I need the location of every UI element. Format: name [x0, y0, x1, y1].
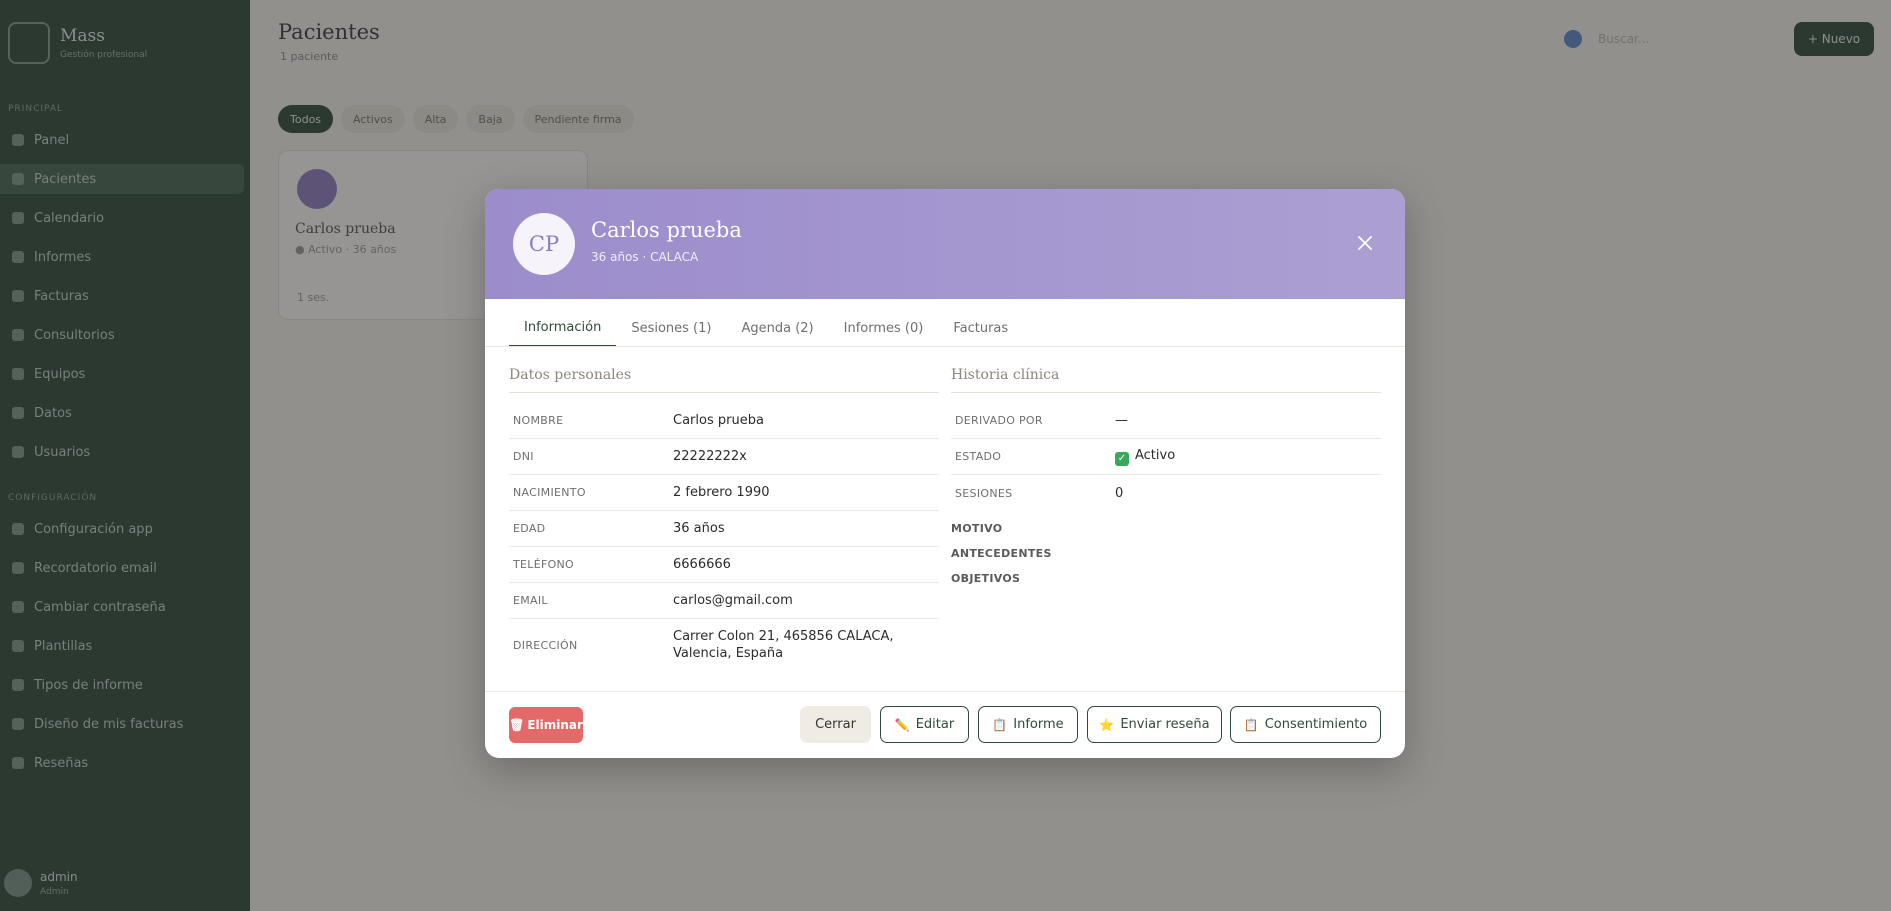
- info-value: Carlos prueba: [673, 413, 764, 428]
- star-icon: ⭐: [1099, 717, 1115, 732]
- status-value: ✓ Activo: [1115, 447, 1381, 466]
- info-label: NACIMIENTO: [513, 486, 586, 499]
- clinical-history-table: DERIVADO POR — ESTADO ✓ Activo SESIONES 0: [951, 403, 1381, 511]
- info-row-direccion: DIRECCIÓN Carrer Colon 21, 465856 CALACA,…: [509, 619, 939, 671]
- status-text: Activo: [1135, 448, 1176, 464]
- info-value: 2 febrero 1990: [673, 485, 770, 500]
- info-value: —: [1115, 413, 1128, 428]
- delete-button[interactable]: 🗑 Eliminar: [509, 707, 583, 743]
- clipboard-icon: 📋: [1243, 717, 1259, 732]
- pencil-icon: ✏️: [894, 717, 910, 732]
- info-value: carlos@gmail.com: [673, 593, 793, 608]
- info-row-telefono: TELÉFONO 6666666: [509, 547, 939, 583]
- tab-facturas[interactable]: Facturas: [938, 309, 1023, 347]
- clinical-label-antecedentes: ANTECEDENTES: [951, 547, 1052, 560]
- patient-name: Carlos prueba: [591, 218, 742, 242]
- clipboard-icon: 📋: [992, 717, 1008, 732]
- info-label: EDAD: [513, 522, 546, 535]
- delete-label: Eliminar: [527, 718, 583, 732]
- modal-header: CP Carlos prueba 36 años · CALACA: [485, 189, 1405, 299]
- review-label: Enviar reseña: [1120, 717, 1210, 732]
- info-label: DERIVADO POR: [955, 414, 1043, 427]
- info-row-nacimiento: NACIMIENTO 2 febrero 1990: [509, 475, 939, 511]
- personal-data-table: NOMBRE Carlos prueba DNI 22222222x NACIMIE…: [509, 403, 939, 671]
- info-row-derivado: DERIVADO POR —: [951, 403, 1381, 439]
- avatar: CP: [513, 213, 575, 275]
- info-value: Carrer Colon 21, 465856 CALACA, Valencia…: [673, 629, 894, 661]
- info-label: ESTADO: [955, 450, 1002, 463]
- footer-divider: [485, 691, 1405, 692]
- personal-data-title: Datos personales: [509, 367, 632, 383]
- info-row-dni: DNI 22222222x: [509, 439, 939, 475]
- check-icon: ✓: [1115, 451, 1129, 466]
- clinical-history-title: Historia clínica: [951, 367, 1060, 383]
- consent-label: Consentimiento: [1264, 717, 1368, 732]
- consent-button[interactable]: 📋 Consentimiento: [1230, 706, 1381, 743]
- patient-modal: CP Carlos prueba 36 años · CALACA Inform…: [485, 189, 1405, 758]
- close-icon[interactable]: [1355, 233, 1375, 253]
- tab-agenda[interactable]: Agenda (2): [726, 309, 828, 347]
- info-row-edad: EDAD 36 años: [509, 511, 939, 547]
- clinical-label-objetivos: OBJETIVOS: [951, 572, 1021, 585]
- tabs-divider: [485, 346, 1405, 347]
- info-label: TELÉFONO: [513, 558, 575, 571]
- info-row-estado: ESTADO ✓ Activo: [951, 439, 1381, 475]
- clinical-label-motivo: MOTIVO: [951, 522, 1003, 535]
- tab-informes[interactable]: Informes (0): [829, 309, 939, 347]
- tab-sesiones[interactable]: Sesiones (1): [616, 309, 726, 347]
- edit-button[interactable]: ✏️ Editar: [880, 706, 969, 743]
- info-label: DNI: [513, 450, 534, 463]
- info-row-sesiones: SESIONES 0: [951, 475, 1381, 511]
- report-label: Informe: [1013, 717, 1064, 732]
- info-label: SESIONES: [955, 486, 1013, 500]
- tab-bar: Información Sesiones (1) Agenda (2) Info…: [509, 309, 1381, 347]
- section-divider: [951, 392, 1381, 393]
- info-label: DIRECCIÓN: [513, 638, 578, 652]
- info-label: EMAIL: [513, 594, 548, 607]
- patient-subtitle: 36 años · CALACA: [591, 250, 699, 264]
- info-label: NOMBRE: [513, 414, 564, 427]
- tab-informacion[interactable]: Información: [509, 309, 617, 347]
- info-row-nombre: NOMBRE Carlos prueba: [509, 403, 939, 439]
- info-value: 6666666: [673, 557, 731, 572]
- info-value: 22222222x: [673, 449, 747, 464]
- info-value: 36 años: [673, 521, 725, 536]
- trash-icon: 🗑: [509, 718, 525, 732]
- edit-label: Editar: [915, 717, 955, 732]
- section-divider: [509, 392, 939, 393]
- close-button[interactable]: Cerrar: [800, 706, 871, 743]
- info-row-email: EMAIL carlos@gmail.com: [509, 583, 939, 619]
- report-button[interactable]: 📋 Informe: [978, 706, 1078, 743]
- send-review-button[interactable]: ⭐ Enviar reseña: [1087, 706, 1222, 743]
- info-value: 0: [1115, 485, 1124, 501]
